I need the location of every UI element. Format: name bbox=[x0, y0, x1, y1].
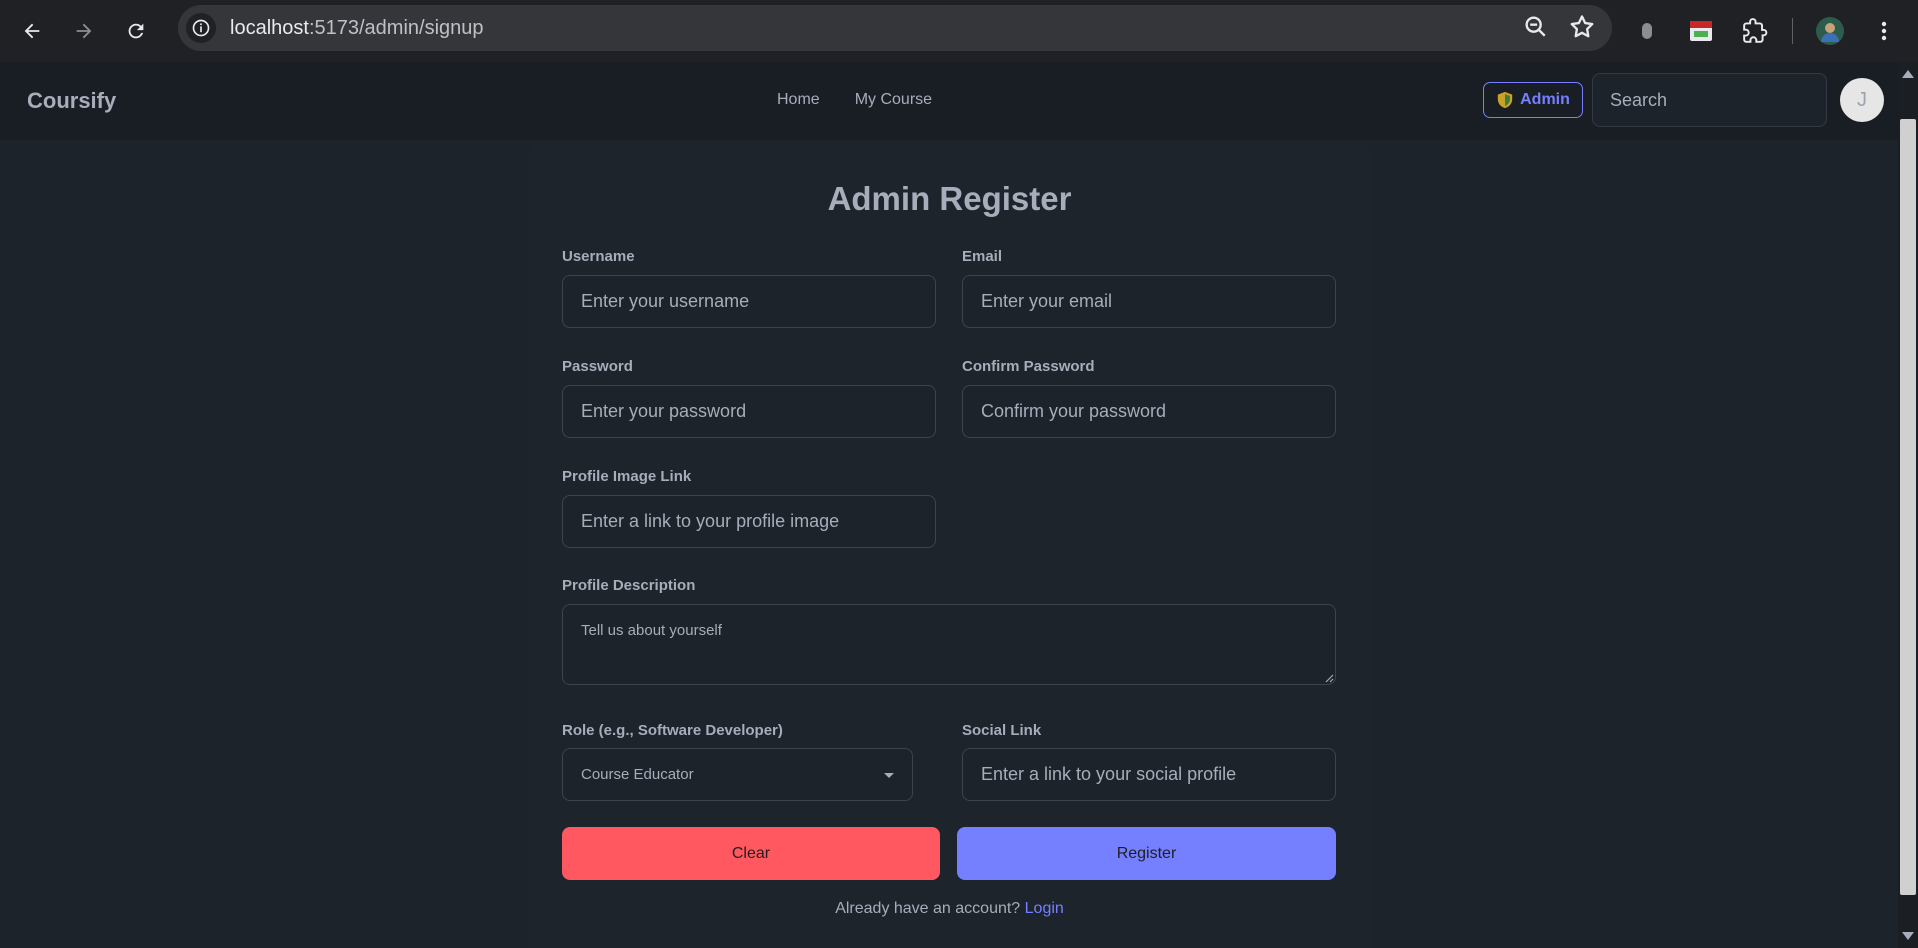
social-link-label: Social Link bbox=[962, 722, 1042, 739]
confirm-password-label: Confirm Password bbox=[962, 358, 1095, 375]
password-input[interactable] bbox=[562, 385, 936, 438]
brand-logo[interactable]: Coursify bbox=[27, 88, 116, 114]
admin-badge-button[interactable]: Admin bbox=[1483, 82, 1583, 118]
search-input[interactable] bbox=[1592, 73, 1827, 127]
extension-mouse-icon[interactable] bbox=[1630, 14, 1664, 48]
url-host: localhost bbox=[230, 16, 309, 39]
chevron-down-icon bbox=[884, 773, 894, 778]
login-link[interactable]: Login bbox=[1025, 900, 1064, 917]
user-avatar[interactable]: J bbox=[1840, 78, 1884, 122]
profile-image-label: Profile Image Link bbox=[562, 468, 692, 485]
nav-links: Home My Course bbox=[777, 91, 932, 109]
arrow-left-icon bbox=[24, 23, 40, 39]
profile-avatar-icon[interactable] bbox=[1813, 14, 1847, 48]
admin-badge-label: Admin bbox=[1520, 91, 1570, 108]
login-prompt: Already have an account? Login bbox=[528, 900, 1371, 918]
app-navbar: Coursify Home My Course Admin J bbox=[0, 62, 1898, 140]
clear-button[interactable]: Clear bbox=[562, 827, 940, 880]
bookmark-star-icon[interactable] bbox=[1568, 13, 1596, 41]
username-input[interactable] bbox=[562, 275, 936, 328]
extensions-area bbox=[1630, 11, 1901, 51]
scroll-down-arrow-icon[interactable] bbox=[1902, 932, 1914, 940]
role-select[interactable]: Course Educator bbox=[562, 748, 913, 801]
nav-my-course-link[interactable]: My Course bbox=[855, 91, 932, 109]
profile-image-input[interactable] bbox=[562, 495, 936, 548]
url-text: localhost:5173/admin/signup bbox=[230, 17, 484, 40]
resize-grip-icon[interactable] bbox=[1324, 673, 1334, 683]
page-scrollbar[interactable] bbox=[1898, 62, 1918, 948]
role-selected-value: Course Educator bbox=[581, 766, 694, 783]
reload-icon bbox=[128, 23, 144, 39]
profile-description-label: Profile Description bbox=[562, 577, 696, 594]
password-label: Password bbox=[562, 358, 633, 375]
reload-button[interactable] bbox=[116, 11, 156, 51]
username-label: Username bbox=[562, 248, 635, 265]
email-label: Email bbox=[962, 248, 1003, 265]
role-label: Role (e.g., Software Developer) bbox=[562, 722, 783, 739]
nav-home-link[interactable]: Home bbox=[777, 91, 820, 109]
url-path: :5173/admin/signup bbox=[308, 16, 484, 39]
register-card: Admin Register Username Email Password C… bbox=[528, 144, 1371, 948]
forward-button[interactable] bbox=[64, 11, 104, 51]
login-prompt-text: Already have an account? bbox=[835, 900, 1021, 917]
back-button[interactable] bbox=[12, 11, 52, 51]
extensions-puzzle-icon[interactable] bbox=[1738, 14, 1772, 48]
scroll-up-arrow-icon[interactable] bbox=[1902, 70, 1914, 78]
shield-icon bbox=[1497, 91, 1513, 109]
address-bar[interactable]: localhost:5173/admin/signup bbox=[178, 5, 1612, 51]
zoom-icon[interactable] bbox=[1522, 13, 1550, 41]
browser-toolbar: localhost:5173/admin/signup bbox=[0, 0, 1918, 62]
browser-menu-icon[interactable] bbox=[1867, 14, 1901, 48]
page-title: Admin Register bbox=[827, 180, 1072, 217]
scroll-thumb[interactable] bbox=[1900, 119, 1916, 895]
extension-calendar-icon[interactable] bbox=[1684, 14, 1718, 48]
email-input[interactable] bbox=[962, 275, 1336, 328]
confirm-password-input[interactable] bbox=[962, 385, 1336, 438]
toolbar-separator bbox=[1792, 18, 1793, 44]
profile-description-textarea[interactable] bbox=[562, 604, 1336, 685]
register-button[interactable]: Register bbox=[957, 827, 1336, 880]
social-link-input[interactable] bbox=[962, 748, 1336, 801]
site-info-icon[interactable] bbox=[186, 13, 216, 43]
arrow-right-icon bbox=[76, 23, 92, 39]
